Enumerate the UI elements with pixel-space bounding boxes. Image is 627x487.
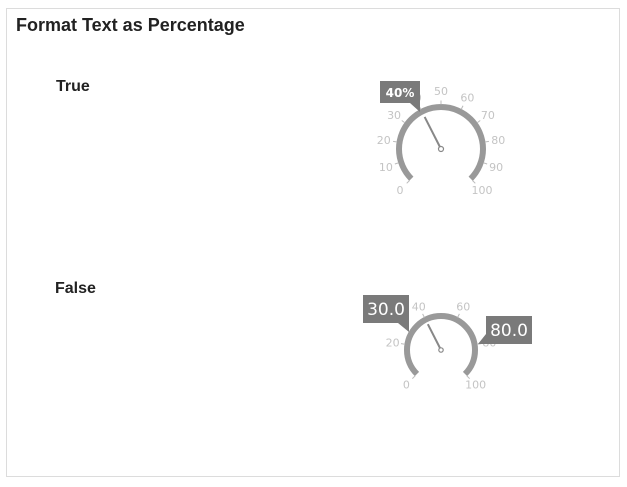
gauge-tick-label: 90 (489, 161, 503, 174)
gauge-true-value-label: 40% (386, 86, 415, 100)
gauge-tick-label: 40 (412, 300, 426, 313)
gauge-true-arc (396, 104, 486, 181)
gauge-tick-label: 20 (386, 336, 400, 349)
gauge-false-range-end-tooltip: 80.0 (478, 316, 532, 344)
gauge-tick-label: 10 (379, 161, 393, 174)
gauge-tick (393, 140, 398, 143)
gauge-tick-label: 100 (472, 184, 493, 197)
gauge-tick-label: 70 (481, 109, 495, 122)
gauge-tick (483, 162, 488, 165)
gauge-tick (484, 140, 489, 143)
gauge-canvas: 0102030405060708090100 40% 020406080100 … (363, 81, 532, 392)
gauge-false: 020406080100 30.0 80.0 (363, 295, 532, 392)
gauge-tick-label: 60 (460, 91, 474, 104)
gauge-false-range-end-label: 80.0 (490, 321, 528, 341)
gauge-false-range-start-label: 30.0 (367, 300, 405, 320)
gauge-tick-label: 50 (434, 85, 448, 98)
gauge-tick-label: 30 (387, 109, 401, 122)
gauge-tick (476, 120, 481, 124)
gauge-tick (422, 313, 425, 318)
gauge-tick (457, 313, 460, 318)
gauge-tick-label: 0 (396, 184, 403, 197)
gauge-tick-label: 20 (377, 134, 391, 147)
gauge-tick-label: 80 (491, 134, 505, 147)
gauge-tick (412, 375, 416, 379)
gauge-tick-label: 0 (403, 379, 410, 392)
gauge-false-arc (404, 313, 478, 377)
gauge-tick (394, 162, 399, 165)
gauge-false-range-start-tooltip: 30.0 (363, 295, 409, 332)
gauge-tick (472, 180, 476, 184)
gauge-true: 0102030405060708090100 40% (377, 81, 505, 197)
gauge-true-pivot (437, 145, 445, 153)
gauge-false-range-start-tail (398, 323, 409, 332)
gauge-true-needle (423, 116, 442, 150)
gauge-true-value-tooltip: 40% (380, 81, 420, 112)
gauge-tick-label: 100 (465, 379, 486, 392)
gauge-tick (460, 105, 464, 110)
gauge-tick (406, 180, 410, 184)
gauge-false-needle (426, 323, 442, 351)
gauge-tick (400, 343, 406, 345)
gauge-tick-label: 60 (456, 300, 470, 313)
gauge-false-pivot (438, 347, 444, 353)
gauge-tick (401, 120, 406, 124)
